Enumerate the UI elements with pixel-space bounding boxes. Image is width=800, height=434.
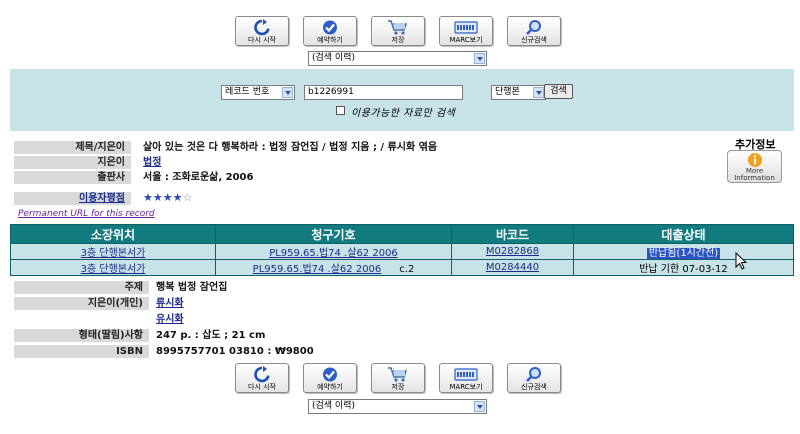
status-text: 반납 기한 07-03-12 xyxy=(639,264,728,275)
available-only-checkbox[interactable] xyxy=(336,106,345,115)
reserve-button-bottom[interactable]: 예약하기 xyxy=(303,363,357,393)
chevron-down-icon xyxy=(533,87,544,98)
personal-author-label: 지은이(개인) xyxy=(14,297,149,310)
star-empty-icon: ☆ xyxy=(182,191,193,204)
publisher-label: 출판사 xyxy=(14,171,131,184)
history-select[interactable]: (검색 이력) xyxy=(308,51,487,66)
save-button-bottom[interactable]: 저장 xyxy=(371,363,425,393)
header-status: 대출상태 xyxy=(573,224,794,244)
star-icon: ★ xyxy=(172,191,183,204)
barcode-link[interactable]: M0282868 xyxy=(486,246,539,257)
holdings-header-row: 소장위치 청구기호 바코드 대출상태 xyxy=(10,224,794,244)
cart-icon xyxy=(372,19,424,36)
check-icon xyxy=(304,366,356,383)
header-barcode: 바코드 xyxy=(451,224,574,244)
holdings-table: 소장위치 청구기호 바코드 대출상태 3층 단행본서가 PL959.65.법74… xyxy=(10,224,794,276)
call-number-link[interactable]: PL959.65.법74 .살62 2006 xyxy=(253,264,382,275)
restart-button[interactable]: 다시 시작 xyxy=(235,16,289,46)
chevron-down-icon xyxy=(474,401,485,412)
personal-author-value-2: 유시화 xyxy=(156,313,184,326)
title-value: 살아 있는 것은 다 행복하라 : 법정 잠언집 / 법정 지음 ; / 류시화… xyxy=(143,142,438,153)
magnifier-icon xyxy=(508,366,560,383)
new-search-button-bottom[interactable]: 신규검색 xyxy=(507,363,561,393)
author-label: 지은이 xyxy=(14,156,131,169)
call-number-link[interactable]: PL959.65.법74 .살62 2006 xyxy=(269,248,398,259)
marc-view-button-bottom[interactable]: MARC보기 xyxy=(439,363,493,393)
cart-icon xyxy=(372,366,424,383)
permanent-url-link[interactable]: Permanent URL for this record xyxy=(18,209,155,219)
marc-icon xyxy=(440,19,492,36)
mouse-cursor-icon xyxy=(735,252,747,270)
header-call-number: 청구기호 xyxy=(215,224,452,244)
location-link[interactable]: 3층 단행본서가 xyxy=(81,264,146,275)
author-value: 법정 xyxy=(143,156,161,169)
publisher-value: 서울 : 조화로운삶, 2006 xyxy=(143,172,254,183)
form-label: 형태(딸림)사항 xyxy=(14,329,149,342)
header-location: 소장위치 xyxy=(10,224,216,244)
table-row: 3층 단행본서가 PL959.65.법74 .살62 2006 M0282868… xyxy=(10,243,794,260)
search-button[interactable]: 검색 xyxy=(544,84,573,99)
author-link[interactable]: 법정 xyxy=(143,157,161,168)
reserve-button[interactable]: 예약하기 xyxy=(303,16,357,46)
more-information-button[interactable]: More Information xyxy=(727,150,782,183)
history-select-bottom[interactable]: (검색 이력) xyxy=(308,399,487,414)
rating-link[interactable]: 이용자평점 xyxy=(79,193,125,204)
subject-label: 주제 xyxy=(14,281,149,294)
table-row: 3층 단행본서가 PL959.65.법74 .살62 2006 c.2 M0284… xyxy=(10,259,794,276)
title-label: 제목/지은이 xyxy=(14,141,131,154)
new-search-button[interactable]: 신규검색 xyxy=(507,16,561,46)
save-button[interactable]: 저장 xyxy=(371,16,425,46)
personal-author-value: 류시화 xyxy=(156,297,184,310)
material-type-select[interactable]: 단행본 xyxy=(491,85,546,100)
form-value: 247 p. : 삽도 ; 21 cm xyxy=(156,330,266,341)
search-field-select[interactable]: 레코드 번호 xyxy=(221,85,295,100)
bottom-toolbar: 다시 시작 예약하기 저장 MARC보기 신규검색 xyxy=(0,363,800,395)
star-icon: ★ xyxy=(162,191,173,204)
rating-stars: ★★★★☆ xyxy=(143,191,192,205)
info-icon xyxy=(747,153,762,167)
barcode-link[interactable]: M0284440 xyxy=(486,262,539,273)
magnifier-icon xyxy=(508,19,560,36)
personal-author-link-2[interactable]: 유시화 xyxy=(156,314,184,325)
search-panel: 레코드 번호 b1226991 단행본 검색 이용가능한 자료만 검색 xyxy=(10,69,794,131)
refresh-icon xyxy=(236,366,288,383)
isbn-label: ISBN xyxy=(14,345,149,358)
copy-number: c.2 xyxy=(399,264,415,275)
personal-author-link[interactable]: 류시화 xyxy=(156,298,184,309)
marc-view-button[interactable]: MARC보기 xyxy=(439,16,493,46)
star-icon: ★ xyxy=(143,191,153,204)
isbn-value: 8995757701 03810 : ₩9800 xyxy=(156,346,314,357)
top-toolbar: 다시 시작 예약하기 저장 MARC보기 신규검색 xyxy=(0,16,800,48)
chevron-down-icon xyxy=(282,87,293,98)
location-link[interactable]: 3층 단행본서가 xyxy=(81,248,146,259)
status-badge: 반납됨(1시간전) xyxy=(646,248,721,259)
star-icon: ★ xyxy=(152,191,163,204)
check-icon xyxy=(304,19,356,36)
restart-button-bottom[interactable]: 다시 시작 xyxy=(235,363,289,393)
chevron-down-icon xyxy=(474,53,485,64)
rating-label: 이용자평점 xyxy=(14,192,131,205)
search-input[interactable]: b1226991 xyxy=(304,85,463,100)
subject-value: 행복 법정 잠언집 xyxy=(156,282,228,293)
refresh-icon xyxy=(236,19,288,36)
marc-icon xyxy=(440,366,492,383)
available-only-label: 이용가능한 자료만 검색 xyxy=(351,108,456,119)
